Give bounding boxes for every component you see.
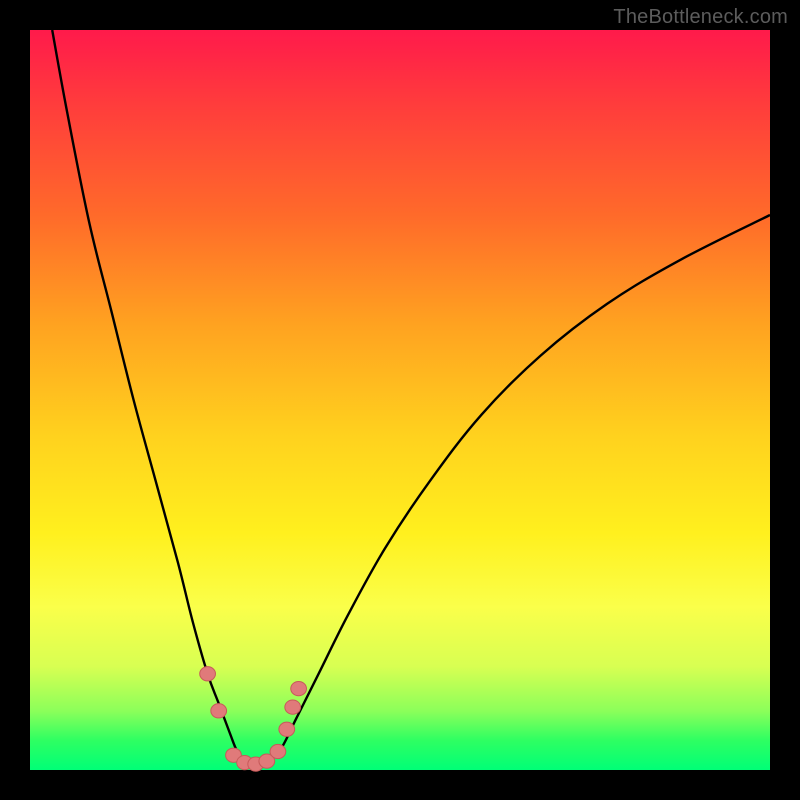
data-marker bbox=[291, 681, 307, 695]
chart-frame: TheBottleneck.com bbox=[0, 0, 800, 800]
watermark-label: TheBottleneck.com bbox=[613, 6, 788, 29]
bottleneck-curve bbox=[30, 30, 770, 770]
curve-left-branch bbox=[52, 30, 259, 764]
data-marker bbox=[211, 704, 227, 718]
data-marker bbox=[270, 744, 286, 758]
data-marker bbox=[285, 700, 301, 714]
curve-right-branch bbox=[259, 215, 770, 764]
data-marker bbox=[279, 722, 295, 736]
data-marker bbox=[200, 667, 216, 681]
